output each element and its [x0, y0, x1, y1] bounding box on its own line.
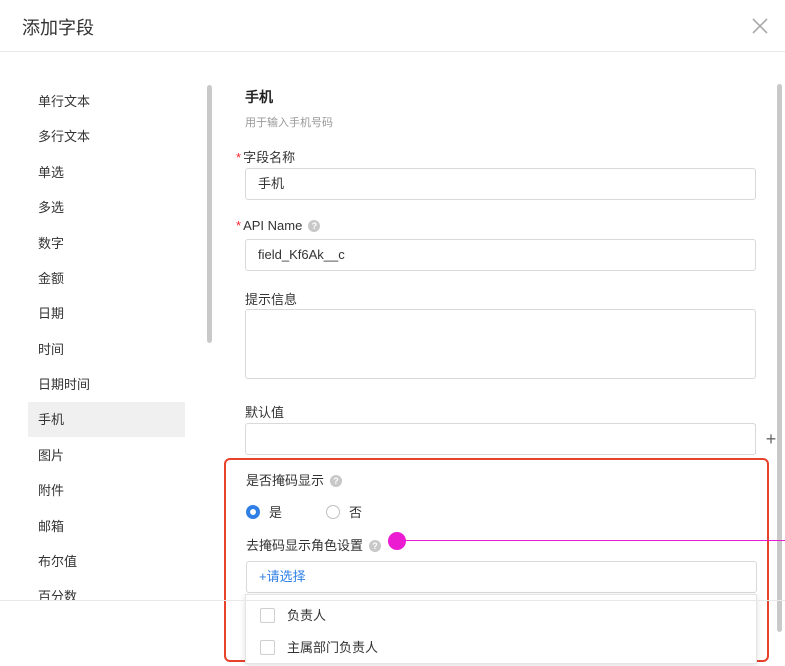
sidebar-item-number[interactable]: 数字: [28, 226, 185, 261]
mask-no-radio[interactable]: 否: [326, 502, 362, 521]
sidebar-item-multi-line-text[interactable]: 多行文本: [28, 119, 185, 154]
api-name-label: * API Name?: [236, 218, 321, 233]
field-type-sidebar: 单行文本 多行文本 单选 多选 数字 金额 日期 时间 日期时间 手机 图片 附…: [0, 52, 215, 600]
field-type-title: 手机: [245, 89, 273, 105]
default-value-label: 默认值: [245, 405, 285, 420]
sidebar-item-multi-select[interactable]: 多选: [28, 190, 185, 225]
checkbox-icon[interactable]: [260, 608, 275, 623]
dialog-title: 添加字段: [22, 18, 94, 38]
field-name-input[interactable]: 手机: [245, 168, 756, 200]
sidebar-item-single-select[interactable]: 单选: [28, 155, 185, 190]
api-name-input[interactable]: field_Kf6Ak__c: [245, 239, 756, 271]
sidebar-item-date[interactable]: 日期: [28, 296, 185, 331]
help-icon[interactable]: ?: [369, 540, 382, 552]
required-mark: *: [236, 218, 242, 233]
sidebar-scrollbar[interactable]: [207, 85, 212, 343]
help-icon[interactable]: ?: [308, 220, 321, 232]
mask-display-label: 是否掩码显示?: [246, 470, 343, 489]
sidebar-item-image[interactable]: 图片: [28, 438, 185, 473]
help-icon[interactable]: ?: [330, 475, 343, 487]
sidebar-item-time[interactable]: 时间: [28, 332, 185, 367]
field-type-description: 用于输入手机号码: [245, 117, 333, 129]
sidebar-item-single-line-text[interactable]: 单行文本: [28, 84, 185, 119]
close-icon[interactable]: [748, 14, 772, 38]
role-option-label: 主属部门负责人: [287, 640, 379, 655]
hint-textarea[interactable]: [245, 309, 756, 379]
sidebar-item-datetime[interactable]: 日期时间: [28, 367, 185, 402]
annotation-pointer-dot: [388, 532, 406, 550]
sidebar-item-boolean[interactable]: 布尔值: [28, 544, 185, 579]
field-name-label: * 字段名称: [236, 147, 295, 166]
mask-display-label-text: 是否掩码显示: [246, 473, 325, 488]
role-option-dept-head[interactable]: 主属部门负责人: [246, 633, 756, 663]
sidebar-item-attachment[interactable]: 附件: [28, 473, 185, 508]
footer-divider: [0, 600, 785, 601]
sidebar-item-percent[interactable]: 百分数: [28, 579, 185, 600]
role-option-owner[interactable]: 负责人: [246, 601, 756, 631]
role-option-label: 负责人: [287, 608, 327, 623]
radio-unselected-icon[interactable]: [326, 505, 340, 519]
mask-yes-radio[interactable]: 是: [246, 502, 282, 521]
mask-settings-section: 是否掩码显示? 是 否 去掩码显示角色设置? +请选择 负责人 主属部门负责人: [224, 458, 769, 664]
field-name-label-text: 字段名称: [243, 150, 296, 165]
checkbox-icon[interactable]: [260, 640, 275, 655]
mask-no-label: 否: [349, 505, 363, 520]
mask-yes-label: 是: [269, 505, 283, 520]
api-name-label-text: API Name: [243, 218, 303, 233]
radio-selected-icon[interactable]: [246, 505, 260, 519]
required-mark: *: [236, 150, 242, 165]
sidebar-item-phone[interactable]: 手机: [28, 402, 185, 437]
default-value-input[interactable]: +: [245, 423, 776, 455]
hint-label: 提示信息: [245, 292, 298, 307]
dialog-header: 添加字段: [0, 0, 785, 52]
form-scrollbar[interactable]: [777, 84, 782, 632]
role-dropdown: 负责人 主属部门负责人: [245, 594, 757, 664]
unmask-roles-label: 去掩码显示角色设置?: [246, 535, 382, 554]
unmask-roles-label-text: 去掩码显示角色设置: [246, 538, 364, 553]
sidebar-item-amount[interactable]: 金额: [28, 261, 185, 296]
role-select[interactable]: +请选择: [246, 561, 757, 593]
sidebar-item-email[interactable]: 邮箱: [28, 509, 185, 544]
annotation-pointer-line: [405, 540, 785, 541]
